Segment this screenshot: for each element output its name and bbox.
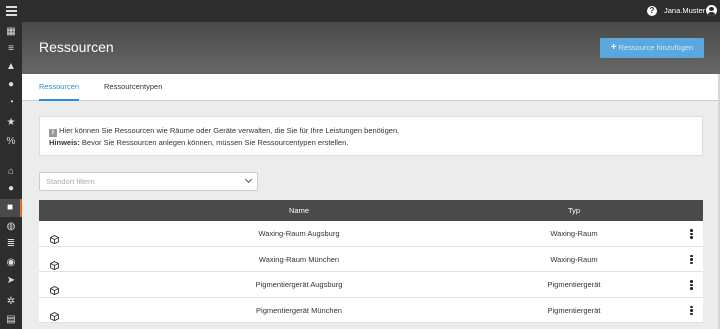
cube-icon: [50, 255, 59, 270]
info-icon: i: [49, 129, 57, 137]
resource-name: Pigmentiergerät München: [256, 305, 342, 315]
cube-icon: [50, 306, 59, 321]
list-icon[interactable]: ≡: [0, 40, 22, 58]
users-icon[interactable]: ●: [0, 76, 22, 94]
user-icon[interactable]: ●: [0, 180, 22, 198]
more-options-icon[interactable]: [690, 305, 694, 316]
document-icon[interactable]: ▤: [0, 311, 22, 329]
gear-icon[interactable]: ✲: [0, 293, 22, 311]
cube-icon[interactable]: ■: [0, 199, 22, 217]
page-header: Ressourcen + Ressource hinzufügen: [22, 22, 720, 74]
resource-type: Pigmentiergerät: [547, 305, 601, 315]
more-options-icon[interactable]: [690, 254, 694, 265]
resource-name: Waxing-Raum Augsburg: [258, 229, 340, 238]
resource-name: Waxing-Raum München: [258, 254, 340, 264]
percent-icon[interactable]: %: [0, 133, 22, 151]
tab-ressourcentypen[interactable]: Ressourcentypen: [104, 74, 162, 101]
calendar-icon[interactable]: ▦: [0, 23, 22, 41]
send-icon[interactable]: ➤: [0, 272, 22, 290]
info-text: Hier können Sie Ressourcen wie Räume ode…: [59, 126, 400, 135]
add-resource-button[interactable]: + Ressource hinzufügen: [600, 38, 704, 58]
more-options-icon[interactable]: [690, 280, 694, 290]
resources-table: Name Typ Waxing-Raum Augsburg Waxing-Raum…: [39, 200, 703, 323]
resource-type: Waxing-Raum: [550, 254, 598, 264]
resource-type: Waxing-Raum: [550, 229, 598, 238]
column-header-name[interactable]: Name: [239, 200, 359, 221]
top-bar: ? Jana.Muster: [0, 0, 720, 22]
page-title: Ressourcen: [39, 39, 114, 55]
resource-type: Pigmentiergerät: [547, 280, 601, 289]
home-icon[interactable]: ⌂: [0, 163, 22, 181]
hint-text: Bevor Sie Ressourcen anlegen können, müs…: [79, 138, 349, 147]
sidebar: ▦ ≡ ▲ ● ◔ ★% ⌂ ● ■ ◍ ≣ ◉ ➤ ✲ ▤: [0, 22, 22, 329]
column-header-type[interactable]: Typ: [514, 200, 634, 221]
tab-ressourcen[interactable]: Ressourcen: [39, 74, 80, 101]
table-header: Name Typ: [39, 200, 703, 221]
database-icon[interactable]: ≣: [0, 235, 22, 253]
more-options-icon[interactable]: [690, 229, 694, 239]
table-row[interactable]: Waxing-Raum München Waxing-Raum: [39, 246, 703, 272]
location-filter-select[interactable]: Standort filtern: [39, 172, 258, 191]
username[interactable]: Jana.Muster: [664, 6, 705, 15]
tab-bar: Ressourcen Ressourcentypen: [22, 74, 718, 101]
table-row[interactable]: Pigmentiergerät Augsburg Pigmentiergerät: [39, 272, 703, 298]
cube-icon: [50, 229, 59, 245]
table-row[interactable]: Waxing-Raum Augsburg Waxing-Raum: [39, 221, 703, 247]
graduation-cap-icon[interactable]: ▲: [0, 58, 22, 76]
plus-icon: +: [610, 42, 617, 53]
add-resource-label: Ressource hinzufügen: [618, 43, 694, 52]
user-avatar-icon[interactable]: [706, 5, 717, 16]
globe-icon[interactable]: ◍: [0, 218, 22, 236]
world-icon[interactable]: ◉: [0, 254, 22, 272]
hint-label: Hinweis:: [49, 138, 80, 147]
hamburger-menu-icon[interactable]: [6, 6, 17, 16]
chevron-down-icon: [244, 175, 253, 184]
location-filter-placeholder: Standort filtern: [46, 177, 95, 186]
star-icon[interactable]: ★: [0, 114, 22, 132]
resource-name: Pigmentiergerät Augsburg: [255, 280, 343, 289]
info-box: i Hier können Sie Ressourcen wie Räume od…: [39, 116, 703, 156]
table-row[interactable]: Pigmentiergerät München Pigmentiergerät: [39, 297, 703, 323]
cube-icon: [50, 280, 59, 296]
help-icon[interactable]: ?: [647, 6, 657, 16]
pie-chart-icon[interactable]: ◔: [0, 94, 22, 112]
